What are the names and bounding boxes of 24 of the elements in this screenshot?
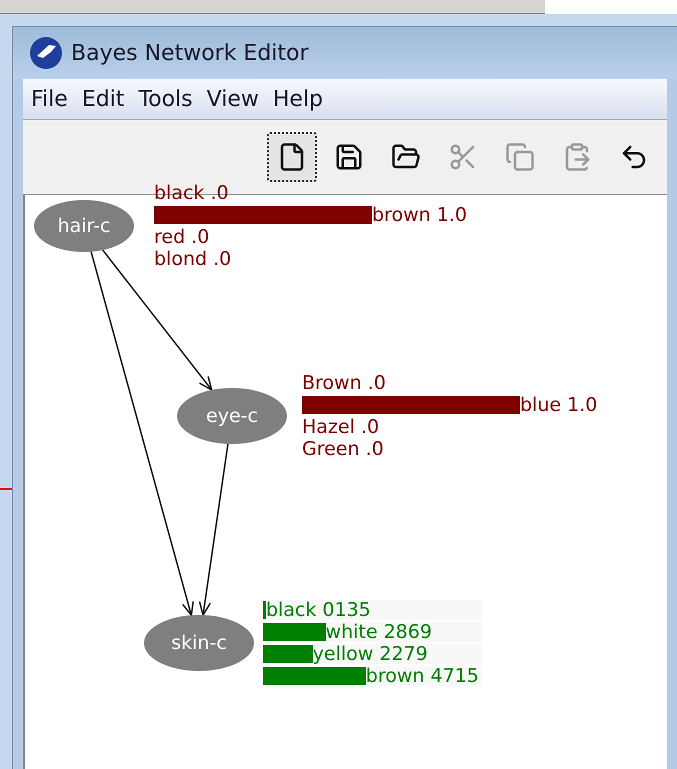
state-label: brown 1.0 [372, 204, 467, 226]
network-node[interactable]: hair-c [34, 200, 134, 252]
state-label: white 2869 [326, 621, 432, 643]
menu-item[interactable]: File [31, 82, 68, 116]
state-label: Brown .0 [302, 372, 386, 394]
menu-item[interactable]: View [206, 82, 259, 116]
state-label: blond .0 [154, 248, 232, 270]
menu-item[interactable]: Tools [138, 82, 193, 116]
state-label: Green .0 [302, 438, 384, 460]
menu-item[interactable]: Help [272, 82, 324, 116]
state-label: Hazel .0 [302, 416, 380, 438]
network-node[interactable]: eye-c [177, 388, 287, 444]
state-label: brown 4715 [366, 665, 479, 687]
state-label: blue 1.0 [520, 394, 598, 416]
toolbar-button[interactable] [267, 132, 317, 182]
network-node[interactable]: skin-c [144, 615, 254, 671]
menu-item[interactable]: Edit [82, 82, 124, 116]
app-logo-icon [29, 36, 63, 70]
state-label: red .0 [154, 226, 210, 248]
state-label: yellow 2279 [312, 643, 428, 665]
window-title: Bayes Network Editor [71, 40, 309, 68]
state-label: black .0 [154, 182, 229, 204]
copy-icon [505, 142, 535, 172]
state-label: black 0135 [266, 599, 371, 621]
